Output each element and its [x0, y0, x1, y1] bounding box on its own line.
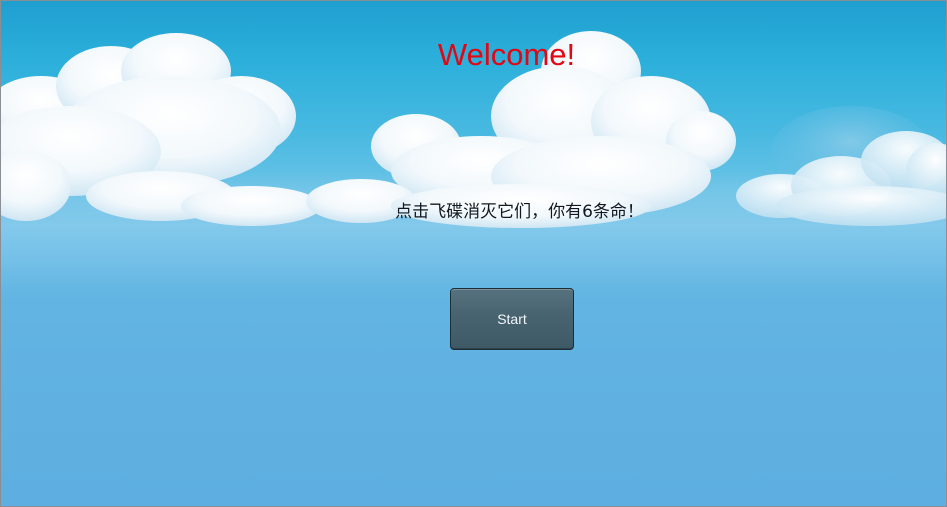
start-button-label: Start [497, 311, 527, 327]
clouds-background [1, 31, 946, 228]
welcome-title: Welcome! [437, 37, 576, 72]
instructions-text: 点击飞碟消灭它们，你有6条命！ [395, 202, 644, 222]
start-button[interactable]: Start [450, 288, 574, 350]
game-screen: Welcome! 点击飞碟消灭它们，你有6条命！ Start [0, 0, 947, 507]
